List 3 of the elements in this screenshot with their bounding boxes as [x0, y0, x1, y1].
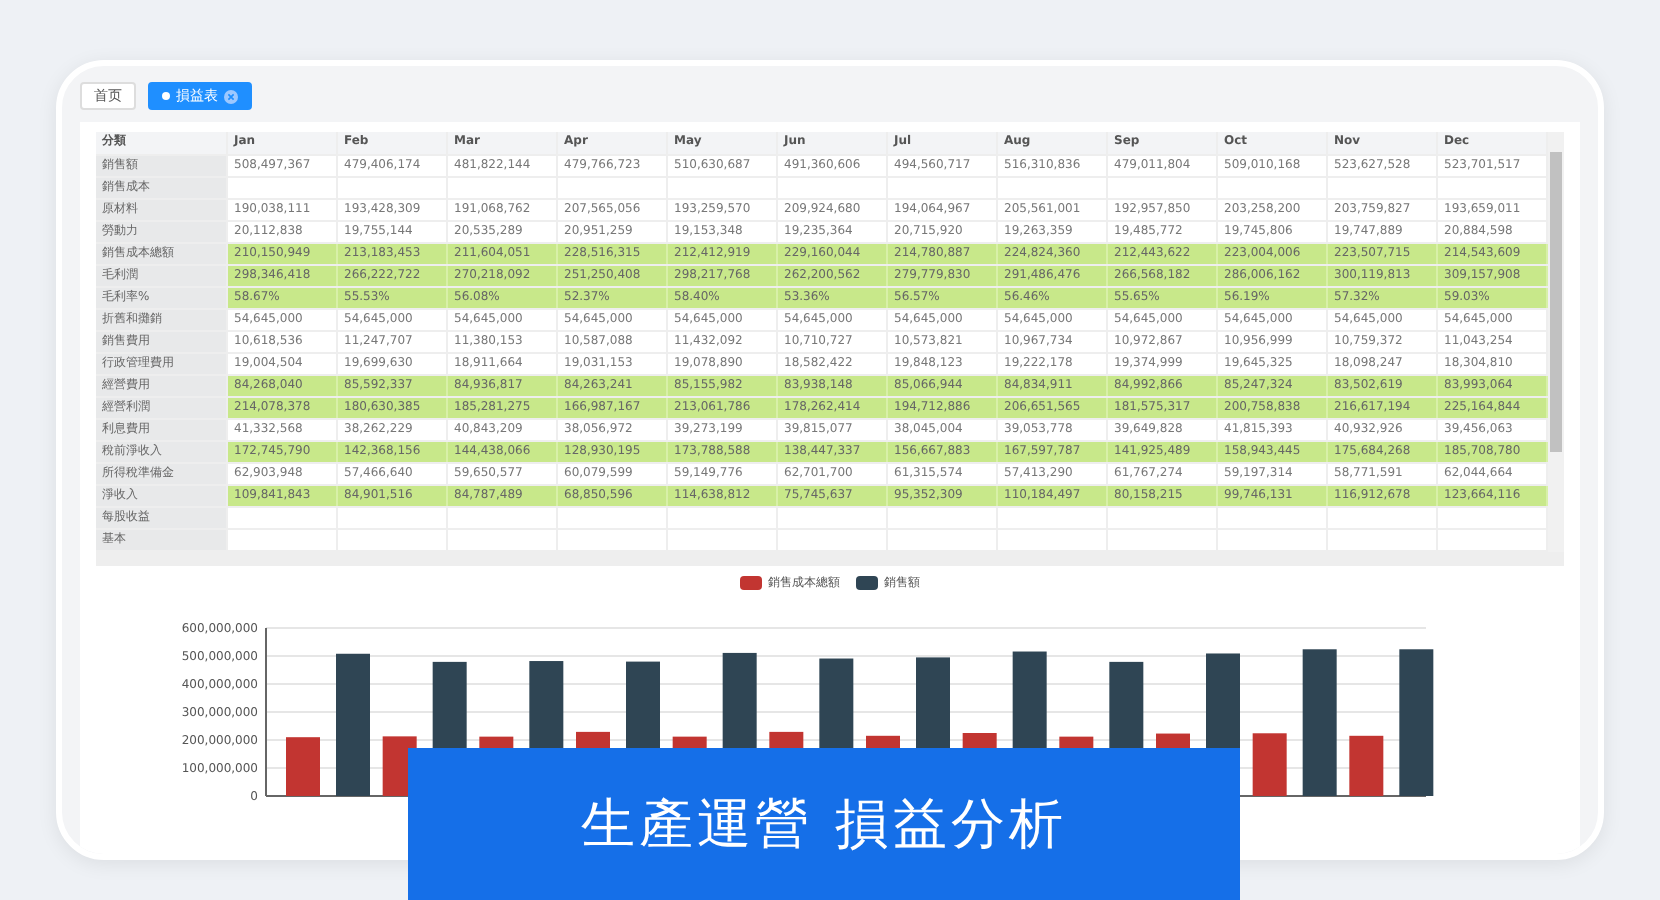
- close-icon[interactable]: [224, 89, 238, 103]
- vertical-scrollbar[interactable]: [1548, 132, 1564, 552]
- title-banner: 生產運營 損益分析: [408, 748, 1240, 900]
